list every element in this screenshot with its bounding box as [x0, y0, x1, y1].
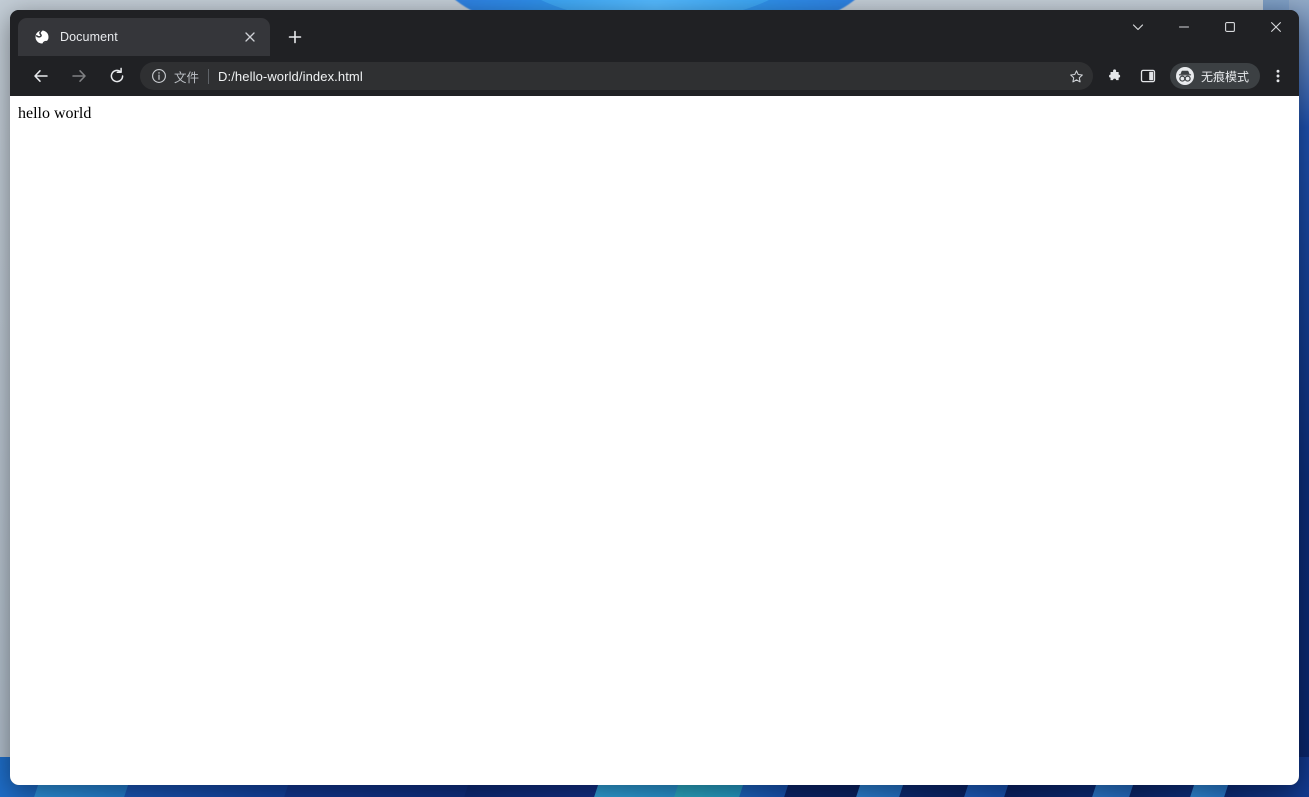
maximize-button[interactable]	[1207, 10, 1253, 44]
side-panel-button[interactable]	[1133, 61, 1163, 91]
browser-window: Document 文件 D:/hello-world/index.html 无痕…	[10, 10, 1299, 785]
back-arrow-icon	[34, 70, 48, 82]
three-dot-menu-icon	[1276, 69, 1280, 83]
site-info-button[interactable]	[148, 65, 170, 87]
window-controls	[1115, 10, 1299, 44]
chrome-menu-button[interactable]	[1263, 61, 1293, 91]
close-icon	[245, 32, 255, 42]
forward-button[interactable]	[64, 61, 94, 91]
address-bar[interactable]: 文件 D:/hello-world/index.html	[140, 62, 1093, 90]
incognito-icon-wrap	[1175, 66, 1195, 86]
incognito-badge[interactable]: 无痕模式	[1169, 63, 1260, 89]
extensions-button[interactable]	[1100, 61, 1130, 91]
tab-close-button[interactable]	[238, 25, 262, 49]
maximize-icon	[1225, 22, 1235, 32]
incognito-spy-icon	[1175, 67, 1194, 85]
close-window-button[interactable]	[1253, 10, 1299, 44]
puzzle-piece-icon	[1109, 68, 1121, 80]
star-outline-icon	[1070, 69, 1084, 82]
chevron-down-icon	[1132, 24, 1144, 31]
globe-icon	[34, 29, 50, 45]
reload-icon	[110, 67, 124, 83]
info-circle-icon	[152, 69, 166, 83]
forward-arrow-icon	[72, 70, 86, 82]
tab-strip: Document	[10, 10, 1299, 56]
tab-search-button[interactable]	[1115, 10, 1161, 44]
incognito-label: 无痕模式	[1200, 69, 1249, 84]
side-panel-icon	[1140, 69, 1156, 83]
plus-icon	[288, 30, 302, 44]
tab-title: Document	[60, 30, 118, 44]
desktop-wallpaper: Document 文件 D:/hello-world/index.html 无痕…	[0, 0, 1309, 797]
url-text[interactable]: D:/hello-world/index.html	[218, 69, 1061, 84]
tab-document[interactable]: Document	[18, 18, 270, 56]
browser-toolbar: 文件 D:/hello-world/index.html 无痕模式	[10, 56, 1299, 96]
minimize-icon	[1178, 26, 1190, 28]
url-scheme-label: 文件	[174, 70, 200, 85]
page-viewport: hello world	[10, 96, 1299, 785]
omnibox-separator	[208, 68, 210, 84]
page-body-text: hello world	[18, 105, 92, 122]
back-button[interactable]	[26, 61, 56, 91]
close-icon	[1271, 22, 1281, 32]
bookmark-button[interactable]	[1065, 64, 1089, 88]
minimize-button[interactable]	[1161, 10, 1207, 44]
reload-button[interactable]	[102, 61, 132, 91]
new-tab-button[interactable]	[280, 22, 310, 52]
